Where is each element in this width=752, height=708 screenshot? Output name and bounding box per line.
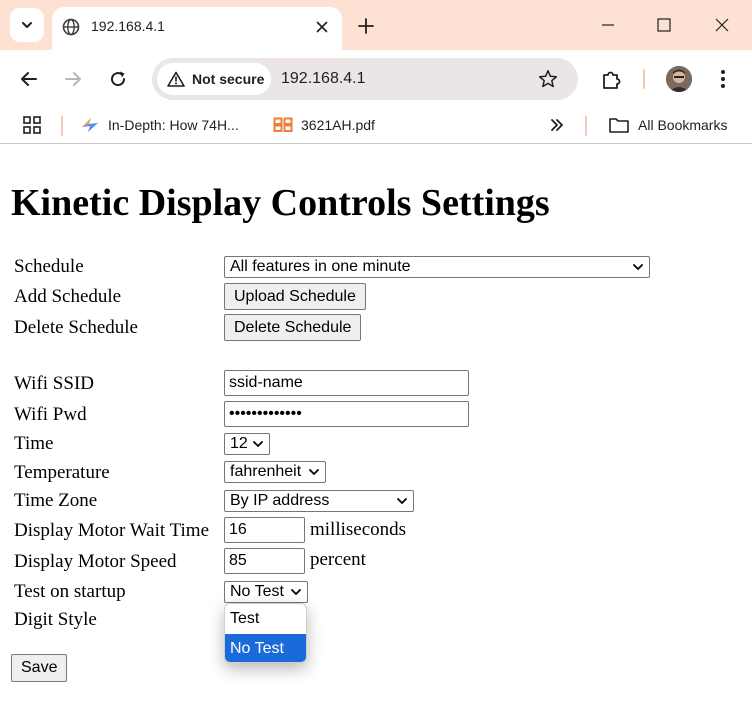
- tab-title: 192.168.4.1: [91, 18, 165, 34]
- bookmark-88-icon: [273, 117, 293, 132]
- tab-search-button[interactable]: [10, 8, 44, 42]
- schedule-label: Schedule: [14, 256, 84, 277]
- test-on-startup-label: Test on startup: [14, 581, 126, 602]
- wifi-ssid-label: Wifi SSID: [14, 373, 94, 394]
- folder-icon: [609, 118, 629, 133]
- more-bookmarks-button[interactable]: [549, 114, 565, 136]
- extensions-button[interactable]: [599, 66, 625, 92]
- all-bookmarks-label: All Bookmarks: [638, 117, 728, 133]
- browser-tab[interactable]: 192.168.4.1: [52, 7, 342, 50]
- chevron-down-icon: [291, 589, 301, 595]
- bookmark-item[interactable]: 3621AH.pdf: [273, 114, 375, 136]
- security-label: Not secure: [192, 71, 265, 87]
- bookmark-label: 3621AH.pdf: [301, 117, 375, 133]
- maximize-button[interactable]: [651, 12, 677, 38]
- temperature-select[interactable]: fahrenheit: [224, 461, 326, 483]
- close-icon: [715, 18, 729, 32]
- more-vertical-icon: [721, 70, 725, 88]
- bookmarks-divider: [61, 116, 63, 136]
- double-chevron-right-icon: [551, 119, 563, 131]
- digit-style-label: Digit Style: [14, 609, 97, 630]
- bookmark-star-button[interactable]: [537, 68, 559, 90]
- chevron-down-icon: [397, 498, 407, 504]
- browser-toolbar: Not secure 192.168.4.1: [0, 50, 752, 107]
- bookmarks-divider: [585, 116, 587, 136]
- bookmark-lightning-icon: [82, 118, 98, 132]
- wifi-ssid-input[interactable]: ssid-name: [224, 370, 469, 396]
- reload-icon: [111, 71, 126, 87]
- apps-button[interactable]: [22, 114, 42, 136]
- chevron-down-icon: [633, 264, 643, 270]
- puzzle-icon: [603, 71, 621, 89]
- avatar[interactable]: [666, 66, 692, 92]
- page-title: Kinetic Display Controls Settings: [11, 182, 550, 224]
- time-zone-select-value: By IP address: [230, 492, 330, 509]
- reload-button[interactable]: [105, 66, 131, 92]
- forward-button[interactable]: [60, 66, 86, 92]
- back-button[interactable]: [16, 66, 42, 92]
- page-content: Kinetic Display Controls Settings Schedu…: [0, 151, 752, 708]
- wifi-password-input[interactable]: •••••••••••••: [224, 401, 469, 427]
- arrow-left-icon: [21, 72, 37, 86]
- url-text[interactable]: 192.168.4.1: [281, 69, 366, 89]
- chevron-down-icon: [22, 22, 32, 28]
- motor-wait-label: Display Motor Wait Time: [14, 520, 210, 541]
- test-on-startup-select-value: No Test: [230, 583, 284, 600]
- delete-schedule-label: Delete Schedule: [14, 317, 138, 338]
- warning-icon: [167, 71, 185, 87]
- dropdown-option-no-test[interactable]: No Test: [225, 634, 306, 662]
- time-zone-label: Time Zone: [14, 490, 98, 511]
- time-zone-select[interactable]: By IP address: [224, 490, 414, 512]
- wifi-pwd-label: Wifi Pwd: [14, 404, 87, 425]
- plus-icon: [358, 18, 374, 34]
- globe-icon: [62, 18, 80, 36]
- test-on-startup-select[interactable]: No Test: [224, 581, 308, 603]
- apps-grid-icon: [23, 116, 41, 134]
- dropdown-option-test[interactable]: Test: [225, 604, 306, 634]
- temperature-label: Temperature: [14, 462, 110, 483]
- chevron-down-icon: [309, 469, 319, 475]
- minimize-button[interactable]: [595, 12, 621, 38]
- motor-speed-input[interactable]: 85: [224, 548, 305, 574]
- browser-menu-button[interactable]: [712, 66, 734, 92]
- upload-schedule-button[interactable]: Upload Schedule: [224, 283, 366, 310]
- close-tab-button[interactable]: [312, 17, 332, 37]
- time-select[interactable]: 12: [224, 433, 270, 455]
- motor-speed-unit: percent: [310, 549, 366, 570]
- close-window-button[interactable]: [709, 12, 735, 38]
- motor-wait-unit: milliseconds: [310, 519, 407, 540]
- schedule-select-value: All features in one minute: [230, 258, 411, 275]
- temperature-select-value: fahrenheit: [230, 463, 302, 480]
- test-on-startup-dropdown: Test No Test: [224, 603, 307, 663]
- new-tab-button[interactable]: [354, 14, 378, 38]
- star-icon: [538, 70, 558, 88]
- arrow-right-icon: [65, 72, 81, 86]
- all-bookmarks-button[interactable]: All Bookmarks: [608, 114, 727, 136]
- minimize-icon: [602, 24, 614, 26]
- title-bar: 192.168.4.1: [0, 0, 752, 50]
- save-button[interactable]: Save: [11, 654, 68, 682]
- maximize-icon: [657, 18, 671, 32]
- time-select-value: 12: [230, 435, 248, 452]
- add-schedule-label: Add Schedule: [14, 286, 122, 307]
- delete-schedule-button[interactable]: Delete Schedule: [224, 314, 362, 341]
- chevron-down-icon: [253, 441, 263, 447]
- profile-photo-icon: [666, 66, 692, 92]
- close-icon: [316, 21, 328, 33]
- toolbar-divider: [643, 69, 645, 89]
- bookmark-item[interactable]: In-Depth: How 74H...: [80, 114, 239, 136]
- time-label: Time: [14, 433, 54, 454]
- motor-wait-input[interactable]: 16: [224, 517, 305, 543]
- address-bar[interactable]: Not secure 192.168.4.1: [152, 58, 578, 100]
- bookmarks-bar: In-Depth: How 74H... 3621AH.pdf All Book…: [0, 107, 752, 144]
- schedule-select[interactable]: All features in one minute: [224, 256, 650, 278]
- bookmark-label: In-Depth: How 74H...: [108, 117, 239, 133]
- security-chip[interactable]: Not secure: [157, 63, 271, 95]
- motor-speed-label: Display Motor Speed: [14, 551, 177, 572]
